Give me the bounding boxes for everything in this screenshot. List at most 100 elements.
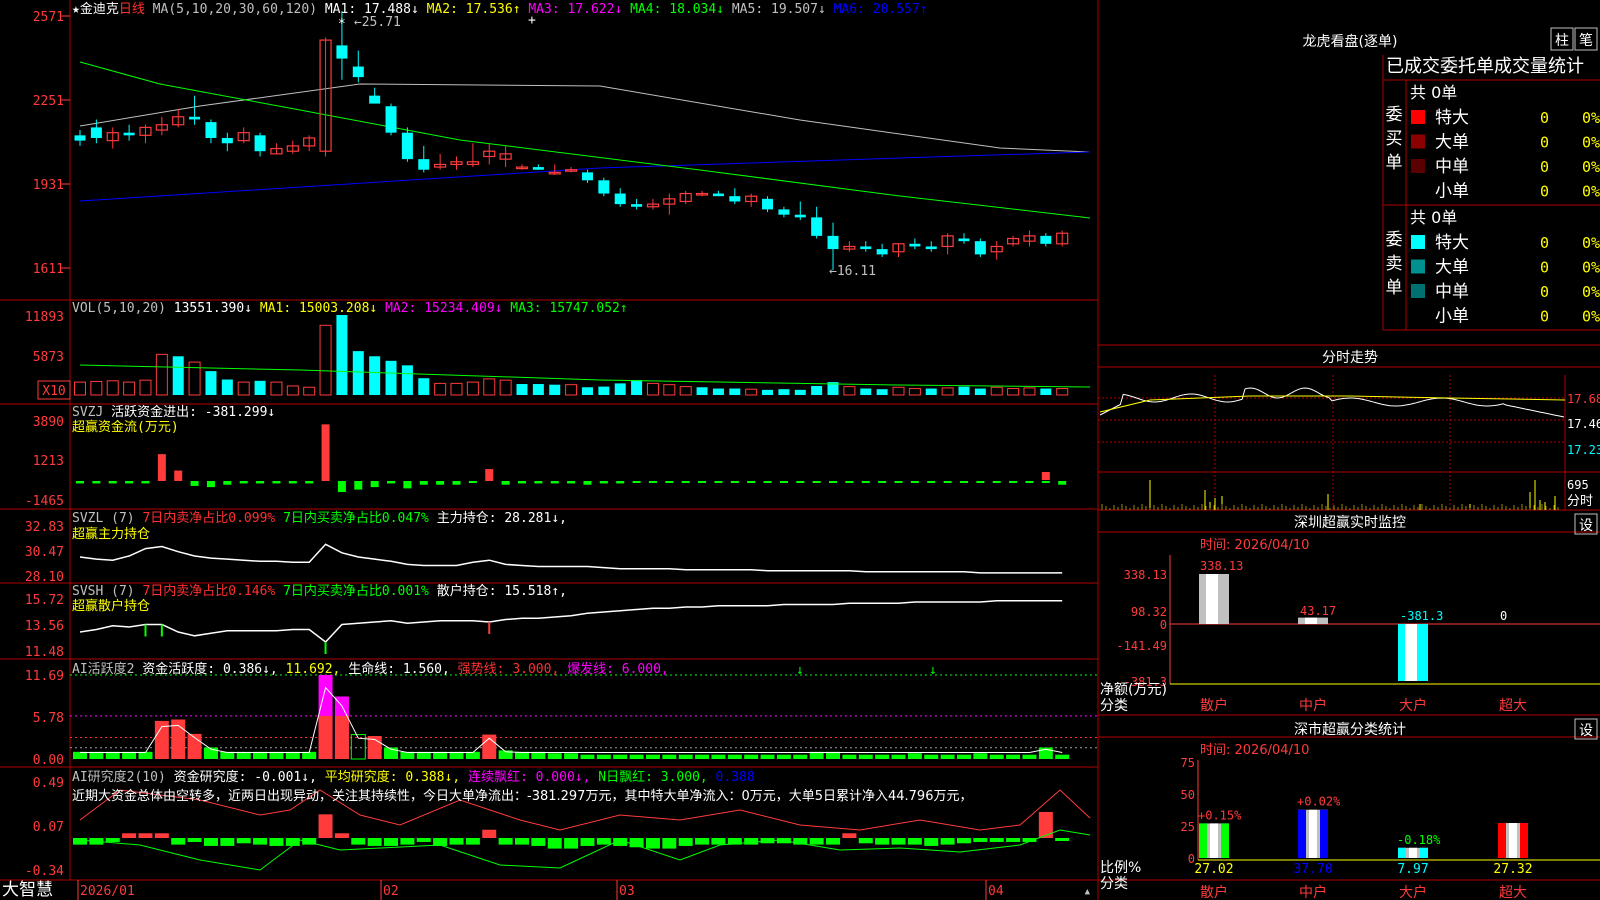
vol-unit-label: X10 xyxy=(42,384,65,399)
ai2-header-part-1: 资金研究度: -0.001↓, xyxy=(166,769,317,785)
svzl-header-part-2: 7日内买卖净占比0.047% xyxy=(275,510,429,526)
class-xlabel: 分类 xyxy=(1100,876,1128,892)
vol-bar-37 xyxy=(679,386,692,396)
class-change-0: +0.15% xyxy=(1198,808,1242,822)
ai2-header-part-3: 连续飘红: 0.000↓, xyxy=(460,769,590,785)
buy-group-total: 共 0单 xyxy=(1410,83,1457,102)
svzj-bar-8 xyxy=(206,481,215,488)
ai2-bar-50 xyxy=(891,838,906,845)
brand-logo: 大智慧 xyxy=(2,880,53,900)
monitor-settings-button: 设 xyxy=(1579,518,1593,534)
ai1-header-part-3: 生命线: 1.560, xyxy=(340,661,449,677)
candle-body-33 xyxy=(614,193,626,205)
ai2-bar-37 xyxy=(678,838,693,846)
buy-group-row-value-1: 0 xyxy=(1540,134,1549,152)
kline-low-label: ←16.11 xyxy=(829,264,876,279)
ai2-bar-7 xyxy=(187,838,202,842)
svzl-header-part-0: SVZL (7) xyxy=(72,511,135,526)
ai1-bar-53 xyxy=(940,754,955,759)
svzj-header-part-1: 活跃资金进出: -381.299↓ xyxy=(103,404,275,420)
vol-bar-56 xyxy=(990,386,1003,396)
svzj-bar-51 xyxy=(910,481,919,483)
ai1-line xyxy=(80,686,1063,753)
ai2-bar-23 xyxy=(449,838,464,845)
ai1-bar-41 xyxy=(744,754,759,759)
ai1-bar-50 xyxy=(891,754,906,759)
candle-body-44 xyxy=(794,214,806,218)
svzj-bar-37 xyxy=(681,481,690,483)
monitor-xlabel: 分类 xyxy=(1100,698,1128,714)
ai2-bar-3 xyxy=(122,833,137,838)
kline-y-tick-2: 1931 xyxy=(33,178,64,193)
ai2-bar-24 xyxy=(465,838,480,845)
svzj-bar-17 xyxy=(354,481,363,490)
ai2-bar-20 xyxy=(400,838,415,845)
kline-header-part-0: ★金迪克 xyxy=(72,1,119,17)
svzj-bar-1 xyxy=(92,481,101,484)
svzj-bar-6 xyxy=(174,470,183,481)
sell-group-row-value-1: 0 xyxy=(1540,259,1549,277)
intraday-vol-unit: 分时 xyxy=(1567,494,1593,509)
svzj-bar-last-red xyxy=(1041,472,1050,480)
svzj-bar-18 xyxy=(370,481,379,488)
longhu-tabs-line: 已成交委托单成交量统计 xyxy=(1386,56,1584,77)
vol-header-part-4: MA3: 15747.052↑ xyxy=(502,301,627,316)
class-share-3: 27.32 xyxy=(1493,862,1532,877)
monitor-ylabel: 净额(万元) xyxy=(1100,682,1167,698)
buy-group-swatch-0 xyxy=(1411,110,1425,124)
monitor-title: 深圳超赢实时监控 xyxy=(1294,514,1406,531)
candle-body-0 xyxy=(74,135,86,141)
vol-bar-50 xyxy=(892,386,905,396)
vol-bar-11 xyxy=(254,380,266,395)
ai2-header-part-0: AI研究度2(10) xyxy=(72,769,166,785)
svzj-bar-46 xyxy=(829,481,838,483)
vol-bar-2 xyxy=(106,380,119,396)
vol-bar-0 xyxy=(74,381,86,396)
svsh-header-part-2: 7日内买卖净占比0.001% xyxy=(275,583,429,599)
ai2-bar-10 xyxy=(236,838,251,844)
vol-bar-20 xyxy=(401,365,413,395)
ai1-arrow-2: ↓ xyxy=(929,663,937,678)
vol-header-part-3: MA2: 15234.409↓ xyxy=(377,301,502,316)
sell-group-swatch-2 xyxy=(1411,284,1425,298)
chart-canvas: 2571225119311611* ←25.71←16.11+★金迪克日线 MA(… xyxy=(0,0,1600,900)
kline-header: ★金迪克日线 MA(5,10,20,30,60,120) MA1: 17.488… xyxy=(72,1,928,17)
sell-group-row-pct-0: 0% xyxy=(1582,234,1600,252)
svzj-bar-48 xyxy=(861,481,870,483)
class-bar-edge-r-2 xyxy=(1420,847,1428,858)
svzj-bar-58 xyxy=(1025,481,1034,483)
sell-group-swatch-1 xyxy=(1411,259,1425,274)
class-ylabel: 比例% xyxy=(1100,860,1141,876)
vol-bar-21 xyxy=(418,378,430,395)
vol-bar-36 xyxy=(663,384,676,396)
ai2-bar-2 xyxy=(105,838,120,842)
vol-bar-51 xyxy=(908,388,921,396)
kline-header-part-2: MA(5,10,20,30,60,120) xyxy=(145,2,317,17)
candle-body-34 xyxy=(631,204,643,207)
ai1-bar-34 xyxy=(629,754,644,759)
ai2-bar-49 xyxy=(875,838,890,845)
vol-bar-59 xyxy=(1040,388,1052,395)
candle-body-39 xyxy=(712,193,724,197)
svzj-y-tick-1: 1213 xyxy=(33,454,64,469)
kline-header-part-5: MA3: 17.622↓ xyxy=(521,2,623,17)
kline-header-part-4: MA2: 17.536↑ xyxy=(419,2,521,17)
vol-bar-9 xyxy=(221,379,233,395)
sell-group-title-char-0: 委 xyxy=(1386,230,1403,250)
svzj-bar-20 xyxy=(403,481,412,489)
sell-group-title-char-1: 卖 xyxy=(1386,254,1403,274)
vol-bar-5 xyxy=(155,353,168,396)
sell-group-row-label-1: 大单 xyxy=(1435,258,1469,278)
class-title: 深市超赢分类统计 xyxy=(1294,721,1406,738)
svzj-bar-21 xyxy=(419,481,428,485)
class-time: 时间: 2026/04/10 xyxy=(1200,743,1309,758)
buy-group-title-char-0: 委 xyxy=(1386,105,1403,125)
vol-bar-12 xyxy=(270,381,283,396)
vol-bar-25 xyxy=(483,378,496,396)
svsh-line xyxy=(79,600,1063,644)
longhu-title: 龙虎看盘(逐单) xyxy=(1303,33,1398,50)
ai1-bar-40 xyxy=(727,754,742,759)
class-share-1: 37.70 xyxy=(1293,862,1332,877)
vol-bar-28 xyxy=(532,384,544,395)
ai1-bar-49 xyxy=(875,754,890,759)
